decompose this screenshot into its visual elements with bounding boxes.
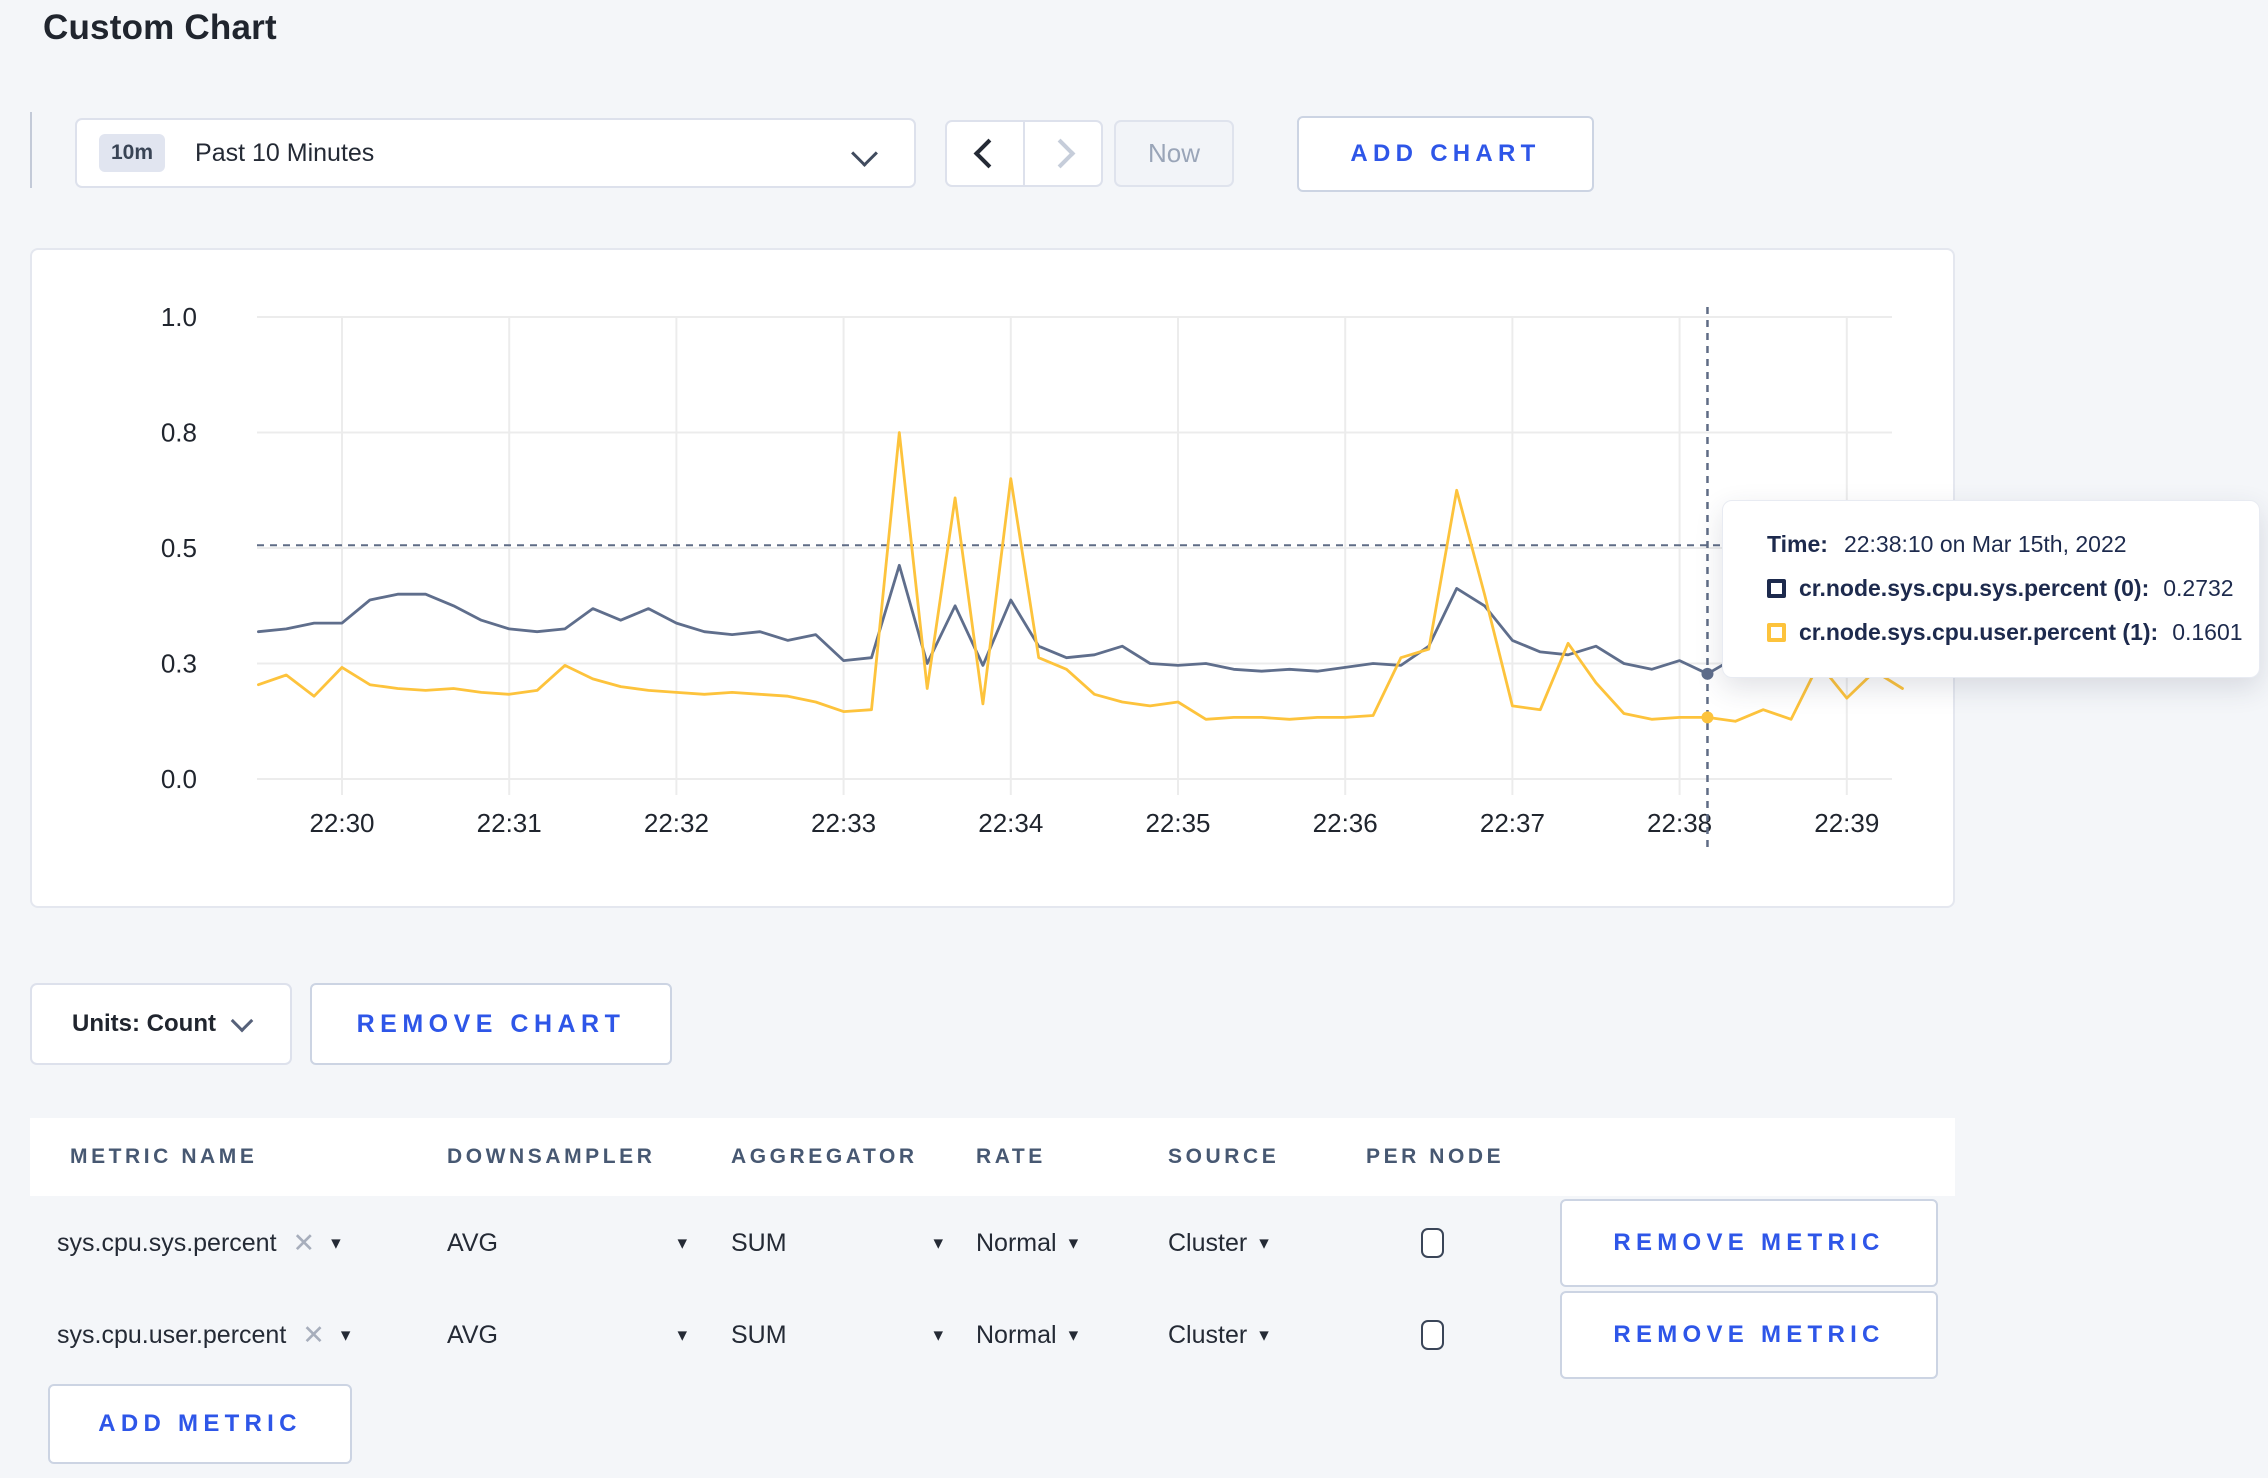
metric-name-select[interactable]: sys.cpu.sys.percent ✕ ▾: [57, 1199, 341, 1287]
col-header-metric-name: METRIC NAME: [70, 1145, 258, 1168]
aggregator-select[interactable]: SUM ▾: [731, 1291, 943, 1379]
source-select[interactable]: Cluster ▾: [1168, 1199, 1269, 1287]
add-chart-button[interactable]: ADD CHART: [1297, 116, 1594, 192]
x-tick-label: 22:32: [644, 808, 709, 838]
crosshair-point-marker: [1701, 667, 1714, 680]
time-range-label: Past 10 Minutes: [195, 138, 375, 167]
y-tick-label: 1.0: [161, 302, 197, 332]
caret-down-icon: ▾: [933, 1232, 943, 1254]
rate-select[interactable]: Normal ▾: [976, 1291, 1078, 1379]
chevron-down-icon: [851, 140, 878, 167]
chevron-left-icon: [973, 138, 1003, 169]
downsampler-value: AVG: [447, 1228, 498, 1257]
metric-name-select[interactable]: sys.cpu.user.percent ✕ ▾: [57, 1291, 350, 1379]
table-row: sys.cpu.sys.percent ✕ ▾ AVG ▾ SUM ▾ Norm…: [30, 1199, 1955, 1287]
caret-down-icon: ▾: [1068, 1232, 1079, 1254]
timeseries-chart: 0.0 0.3 0.5 0.8 1.0 22:30 22:31 22:32 22:33 22:34…: [161, 302, 1904, 849]
tooltip-series-value: 0.1601: [2172, 619, 2243, 645]
units-label: Units: Count: [72, 1010, 216, 1037]
aggregator-value: SUM: [731, 1320, 787, 1349]
rate-select[interactable]: Normal ▾: [976, 1199, 1078, 1287]
tooltip-series-value: 0.2732: [2163, 575, 2234, 601]
x-tick-label: 22:35: [1145, 808, 1210, 838]
per-node-cell: [1421, 1291, 1444, 1379]
tooltip-time-value: 22:38:10 on Mar 15th, 2022: [1843, 531, 2127, 557]
rate-value: Normal: [976, 1228, 1057, 1257]
y-tick-label: 0.5: [161, 533, 197, 563]
source-select[interactable]: Cluster ▾: [1168, 1291, 1269, 1379]
x-tick-label: 22:34: [978, 808, 1043, 838]
sys-series-swatch-icon: [1767, 579, 1786, 598]
time-step-arrows: [945, 120, 1103, 187]
caret-down-icon: ▾: [677, 1324, 687, 1346]
caret-down-icon: ▾: [1259, 1324, 1269, 1346]
x-tick-label: 22:37: [1480, 808, 1545, 838]
caret-down-icon: ▾: [933, 1324, 943, 1346]
caret-down-icon: ▾: [340, 1324, 351, 1346]
x-tick-label: 22:36: [1313, 808, 1378, 838]
units-dropdown[interactable]: Units: Count: [30, 983, 292, 1065]
remove-metric-button[interactable]: REMOVE METRIC: [1560, 1291, 1938, 1379]
x-tick-label: 22:33: [811, 808, 876, 838]
x-tick-label: 22:38: [1647, 808, 1712, 838]
table-row: sys.cpu.user.percent ✕ ▾ AVG ▾ SUM ▾ Nor…: [30, 1291, 1955, 1379]
col-header-downsampler: DOWNSAMPLER: [447, 1145, 656, 1168]
tooltip-series-row: cr.node.sys.cpu.sys.percent (0): 0.2732: [1767, 575, 2259, 602]
tooltip-time-label: Time:: [1767, 531, 1828, 557]
user-series-swatch-icon: [1767, 623, 1786, 642]
source-value: Cluster: [1168, 1320, 1248, 1349]
y-tick-label: 0.3: [161, 649, 197, 679]
time-range-dropdown[interactable]: 10m Past 10 Minutes: [75, 118, 916, 188]
col-header-rate: RATE: [976, 1145, 1046, 1168]
y-tick-label: 0.0: [161, 764, 197, 794]
metric-name-value: sys.cpu.sys.percent: [57, 1228, 277, 1257]
per-node-cell: [1421, 1199, 1444, 1287]
y-tick-label: 0.8: [161, 418, 197, 448]
close-icon[interactable]: ✕: [293, 1229, 316, 1257]
downsampler-select[interactable]: AVG ▾: [447, 1199, 687, 1287]
tooltip-series-name: cr.node.sys.cpu.user.percent (1):: [1799, 619, 2159, 645]
toolbar-divider: [30, 112, 32, 188]
col-header-source: SOURCE: [1168, 1145, 1280, 1168]
chevron-down-icon: [230, 1009, 254, 1033]
x-tick-label: 22:30: [309, 808, 374, 838]
tooltip-time-row: Time: 22:38:10 on Mar 15th, 2022: [1767, 531, 2259, 558]
chart-card[interactable]: 0.0 0.3 0.5 0.8 1.0 22:30 22:31 22:32 22:33 22:34…: [30, 248, 1955, 908]
series-line: [256, 431, 1904, 723]
per-node-checkbox[interactable]: [1421, 1320, 1444, 1350]
crosshair-point-marker: [1701, 711, 1714, 724]
tooltip-series-name: cr.node.sys.cpu.sys.percent (0):: [1799, 575, 2150, 601]
caret-down-icon: ▾: [1068, 1324, 1079, 1346]
time-range-badge: 10m: [99, 134, 166, 172]
caret-down-icon: ▾: [677, 1232, 687, 1254]
col-header-aggregator: AGGREGATOR: [731, 1145, 918, 1168]
chevron-right-icon: [1045, 138, 1075, 169]
remove-metric-button[interactable]: REMOVE METRIC: [1560, 1199, 1938, 1287]
downsampler-value: AVG: [447, 1320, 498, 1349]
metrics-table-header: METRIC NAME DOWNSAMPLER AGGREGATOR RATE …: [30, 1118, 1955, 1196]
aggregator-select[interactable]: SUM ▾: [731, 1199, 943, 1287]
chart-tooltip: Time: 22:38:10 on Mar 15th, 2022 cr.node…: [1722, 500, 2260, 678]
downsampler-select[interactable]: AVG ▾: [447, 1291, 687, 1379]
col-header-per-node: PER NODE: [1366, 1145, 1505, 1168]
tooltip-series-row: cr.node.sys.cpu.user.percent (1): 0.1601: [1767, 619, 2259, 646]
rate-value: Normal: [976, 1320, 1057, 1349]
series-line: [256, 563, 1904, 676]
page-title: Custom Chart: [43, 8, 277, 47]
close-icon[interactable]: ✕: [302, 1321, 325, 1349]
per-node-checkbox[interactable]: [1421, 1228, 1444, 1258]
aggregator-value: SUM: [731, 1228, 787, 1257]
caret-down-icon: ▾: [1259, 1232, 1269, 1254]
prev-time-button[interactable]: [947, 122, 1023, 185]
x-tick-label: 22:39: [1814, 808, 1879, 838]
caret-down-icon: ▾: [331, 1232, 341, 1254]
source-value: Cluster: [1168, 1228, 1248, 1257]
metric-name-value: sys.cpu.user.percent: [57, 1320, 287, 1349]
x-tick-label: 22:31: [477, 808, 542, 838]
add-metric-button[interactable]: ADD METRIC: [48, 1384, 352, 1464]
now-button[interactable]: Now: [1114, 120, 1234, 187]
remove-chart-button[interactable]: REMOVE CHART: [310, 983, 672, 1065]
next-time-button[interactable]: [1023, 122, 1101, 185]
